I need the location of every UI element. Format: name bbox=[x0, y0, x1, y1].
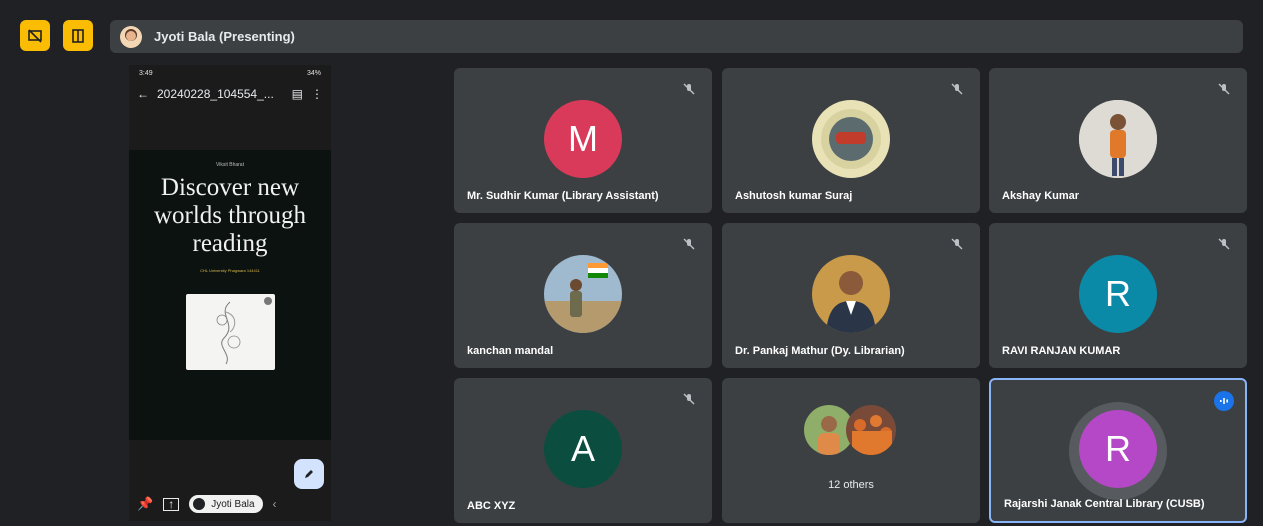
phone-status-bar: 3:49 34% bbox=[129, 65, 331, 81]
pin-icon[interactable]: 📌 bbox=[137, 496, 153, 512]
participant-tile[interactable]: A ABC XYZ bbox=[454, 378, 712, 523]
doc-kicker: Viksit Bharat bbox=[216, 162, 244, 168]
mic-off-icon bbox=[1218, 83, 1230, 95]
participant-name: Dr. Pankaj Mathur (Dy. Librarian) bbox=[735, 345, 905, 357]
avatar bbox=[1079, 100, 1157, 178]
mic-off-icon bbox=[951, 238, 963, 250]
layout-button[interactable] bbox=[63, 20, 93, 51]
close-icon bbox=[264, 297, 272, 305]
mic-off-icon bbox=[683, 238, 695, 250]
mic-off-icon bbox=[683, 393, 695, 405]
participant-tile[interactable]: kanchan mandal bbox=[454, 223, 712, 368]
pencil-icon bbox=[305, 470, 313, 478]
presenting-bar: Jyoti Bala (Presenting) bbox=[110, 20, 1243, 53]
participant-tile[interactable]: Dr. Pankaj Mathur (Dy. Librarian) bbox=[722, 223, 980, 368]
doc-heading: Discover new worlds through reading bbox=[153, 174, 307, 257]
status-battery: 34% bbox=[306, 69, 321, 77]
avatar: A bbox=[544, 410, 622, 488]
participant-name: Mr. Sudhir Kumar (Library Assistant) bbox=[467, 190, 659, 202]
comment-icon: ▤ bbox=[291, 87, 303, 101]
participant-name: ABC XYZ bbox=[467, 500, 516, 512]
speaking-indicator-icon bbox=[1214, 391, 1234, 411]
avatar bbox=[812, 255, 890, 333]
others-count: 12 others bbox=[828, 479, 874, 491]
participant-tile[interactable]: R RAVI RANJAN KUMAR bbox=[989, 223, 1247, 368]
participant-tile[interactable]: Akshay Kumar bbox=[989, 68, 1247, 213]
hand-icon bbox=[193, 498, 206, 510]
avatar bbox=[544, 255, 622, 333]
participant-name: Rajarshi Janak Central Library (CUSB) bbox=[1004, 498, 1205, 510]
chevron-left-icon[interactable]: ‹ bbox=[273, 497, 277, 511]
participant-name: kanchan mandal bbox=[467, 345, 554, 357]
more-vert-icon: ⋮ bbox=[311, 87, 323, 101]
participant-name: Ashutosh kumar Suraj bbox=[735, 190, 853, 202]
participant-name: Akshay Kumar bbox=[1002, 190, 1080, 202]
phone-bottom-bar: 📌 ↑ Jyoti Bala ‹ bbox=[137, 495, 277, 513]
avatar: M bbox=[544, 100, 622, 178]
avatar: R bbox=[1079, 255, 1157, 333]
edit-button[interactable] bbox=[294, 459, 324, 489]
avatar bbox=[846, 405, 896, 455]
doc-subtitle: CHL University Phagwara 144411 bbox=[200, 268, 260, 273]
document-page: Viksit Bharat Discover new worlds throug… bbox=[129, 150, 331, 440]
phone-appbar: ← 20240228_104554_... ▤ ⋮ bbox=[129, 81, 331, 107]
participant-tile[interactable]: Ashutosh kumar Suraj bbox=[722, 68, 980, 213]
participant-tile-active-speaker[interactable]: R Rajarshi Janak Central Library (CUSB) bbox=[989, 378, 1247, 523]
participant-name: RAVI RANJAN KUMAR bbox=[1002, 345, 1121, 357]
presenting-label: Jyoti Bala (Presenting) bbox=[154, 29, 295, 44]
participant-tile[interactable]: M Mr. Sudhir Kumar (Library Assistant) bbox=[454, 68, 712, 213]
avatar: R bbox=[1079, 410, 1157, 488]
doc-illustration bbox=[186, 294, 275, 370]
mic-off-icon bbox=[1218, 238, 1230, 250]
layout-icon bbox=[72, 28, 84, 43]
present-icon[interactable]: ↑ bbox=[163, 497, 180, 511]
chip-label: Jyoti Bala bbox=[211, 498, 255, 510]
mic-off-icon bbox=[951, 83, 963, 95]
presenter-chip[interactable]: Jyoti Bala bbox=[189, 495, 263, 513]
others-avatars bbox=[800, 405, 910, 461]
stop-share-button[interactable] bbox=[20, 20, 50, 51]
mic-off-icon bbox=[683, 83, 695, 95]
avatar bbox=[120, 25, 142, 48]
shared-screen: 3:49 34% ← 20240228_104554_... ▤ ⋮ Viksi… bbox=[129, 65, 331, 521]
status-time: 3:49 bbox=[139, 69, 153, 77]
file-title: 20240228_104554_... bbox=[157, 87, 274, 101]
back-arrow-icon: ← bbox=[137, 87, 149, 101]
screen-share-off-icon bbox=[28, 28, 42, 43]
others-tile[interactable]: 12 others bbox=[722, 378, 980, 523]
avatar bbox=[812, 100, 890, 178]
